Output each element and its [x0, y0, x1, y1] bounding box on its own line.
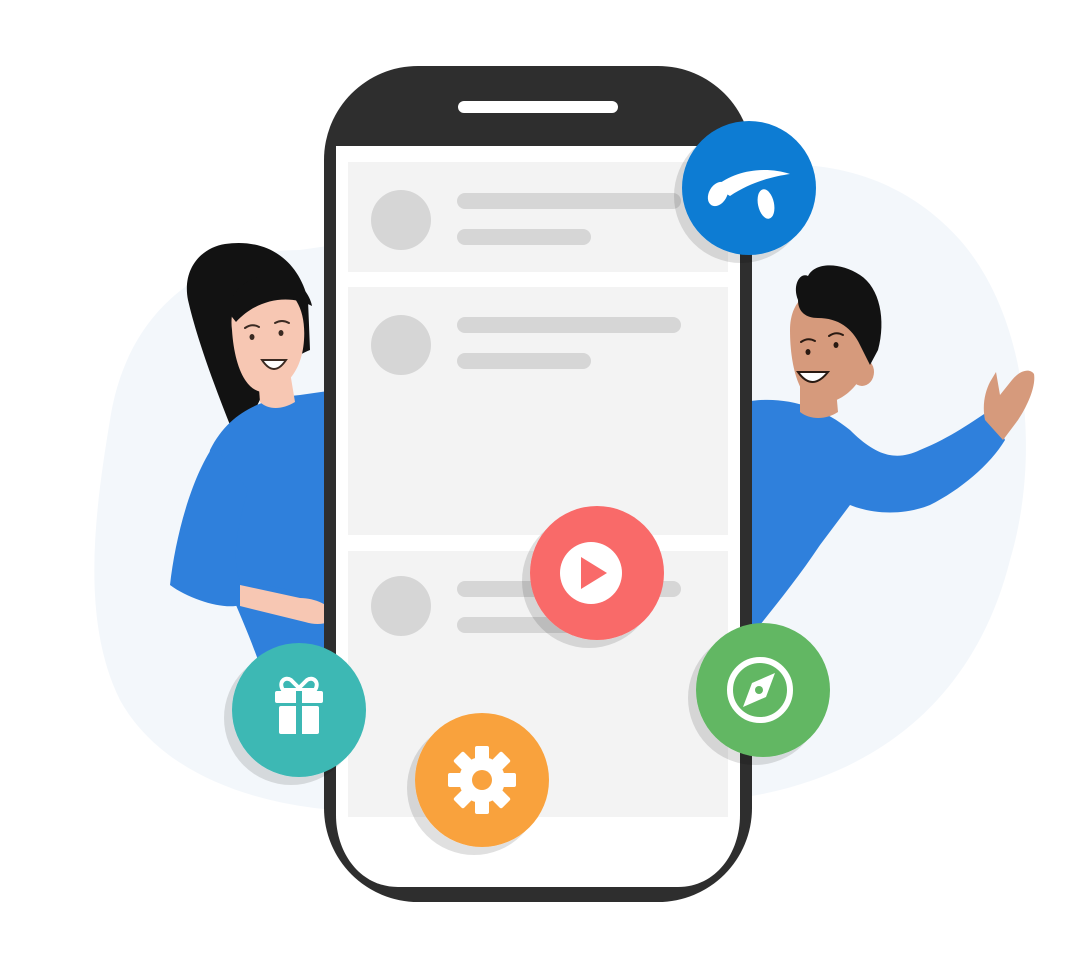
feed-card[interactable] — [348, 162, 728, 272]
gift-ribbon — [296, 691, 302, 734]
avatar-placeholder — [371, 190, 431, 250]
title-placeholder — [457, 317, 681, 333]
illustration-stage — [0, 0, 1080, 960]
telenor-badge[interactable] — [682, 121, 816, 255]
man-eye-left — [805, 349, 811, 355]
woman-eye-left — [249, 334, 255, 340]
avatar-placeholder — [371, 576, 431, 636]
subtitle-placeholder — [457, 353, 591, 369]
gear-icon — [448, 746, 516, 814]
avatar-placeholder — [371, 315, 431, 375]
subtitle-placeholder — [457, 229, 591, 245]
title-placeholder — [457, 193, 681, 209]
telenor-badge-circle — [682, 121, 816, 255]
gift-icon — [275, 676, 323, 734]
feed-card[interactable] — [348, 287, 728, 535]
compass-center — [755, 686, 763, 694]
man-eye-right — [833, 342, 839, 348]
phone-speaker — [458, 101, 618, 113]
play-icon — [560, 542, 622, 604]
illustration-canvas — [94, 66, 1035, 902]
woman-eye-right — [278, 330, 284, 336]
